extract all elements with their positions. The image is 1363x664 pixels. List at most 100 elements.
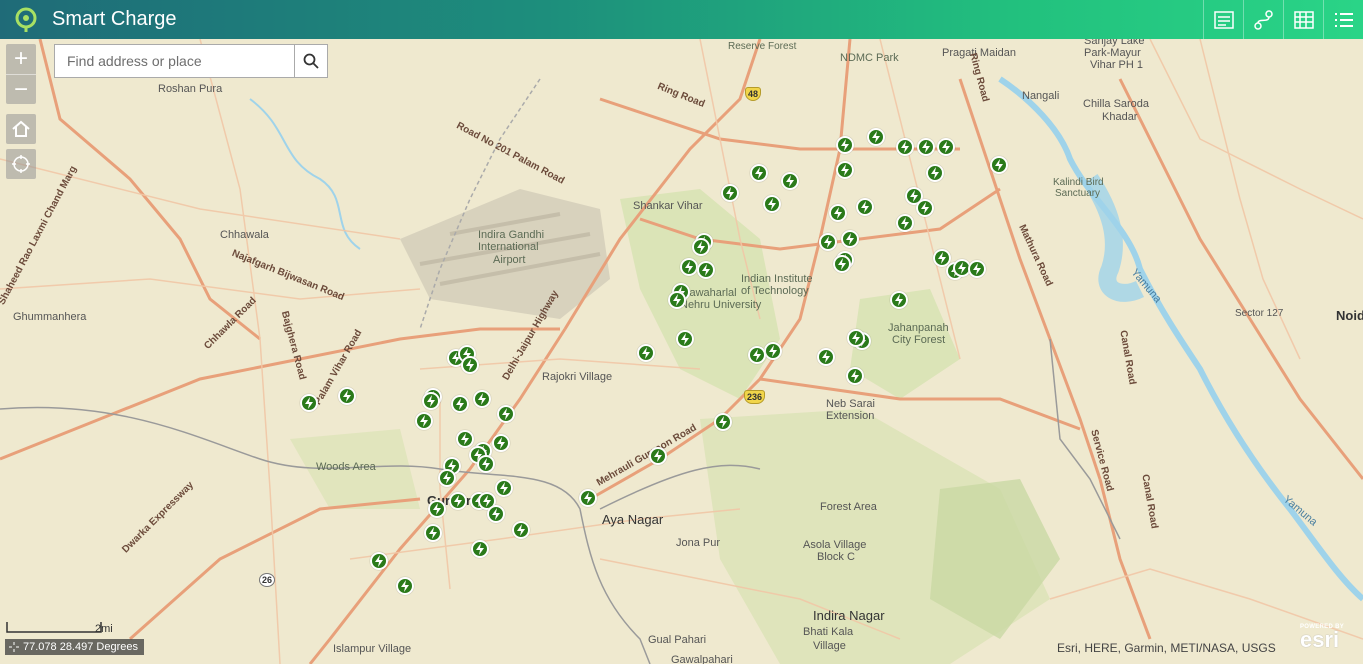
place-label: Sanctuary (1055, 188, 1101, 199)
search-button[interactable] (294, 45, 327, 77)
attribution-text[interactable]: Esri, HERE, Garmin, METI/NASA, USGS (1057, 641, 1276, 655)
charging-station-marker[interactable] (497, 405, 515, 423)
charging-station-marker[interactable] (764, 342, 782, 360)
charging-station-marker[interactable] (721, 184, 739, 202)
place-label: Roshan Pura (158, 83, 223, 95)
charging-station-marker[interactable] (477, 455, 495, 473)
charging-station-marker[interactable] (473, 390, 491, 408)
charging-station-marker[interactable] (697, 261, 715, 279)
charging-station-marker[interactable] (428, 500, 446, 518)
charging-station-marker[interactable] (896, 214, 914, 232)
charging-station-marker[interactable] (841, 230, 859, 248)
charging-station-marker[interactable] (867, 128, 885, 146)
charging-station-marker[interactable] (422, 392, 440, 410)
charging-station-marker[interactable] (692, 238, 710, 256)
app-title: Smart Charge (52, 8, 177, 30)
coordinate-text: 77.078 28.497 Degrees (23, 641, 138, 653)
search-input[interactable] (55, 45, 295, 77)
zoom-out-button[interactable]: − (6, 74, 36, 104)
charging-station-icon (931, 167, 939, 179)
esri-brand: esri (1300, 627, 1340, 652)
place-label: Vihar PH 1 (1090, 59, 1143, 71)
charging-station-marker[interactable] (461, 356, 479, 374)
charging-station-marker[interactable] (819, 233, 837, 251)
charging-station-marker[interactable] (748, 346, 766, 364)
charging-station-marker[interactable] (937, 138, 955, 156)
app-header: Smart Charge (0, 0, 1363, 39)
place-label: Indira Gandhi (478, 229, 545, 241)
charging-station-icon (461, 433, 469, 445)
place-label: Jahanpanah (888, 322, 949, 334)
charging-station-marker[interactable] (714, 413, 732, 431)
charging-station-icon (673, 294, 681, 306)
place-label: Forest Area (820, 501, 877, 513)
place-label: International (478, 241, 539, 253)
home-button[interactable] (6, 114, 36, 144)
charging-station-marker[interactable] (846, 367, 864, 385)
charging-station-marker[interactable] (487, 505, 505, 523)
charging-station-icon (769, 345, 777, 357)
charging-station-icon (401, 580, 409, 592)
charging-station-marker[interactable] (396, 577, 414, 595)
charging-station-marker[interactable] (990, 156, 1008, 174)
legend-button[interactable] (1203, 0, 1243, 39)
charging-station-marker[interactable] (451, 395, 469, 413)
charging-station-marker[interactable] (492, 434, 510, 452)
zoom-in-button[interactable]: + (6, 44, 36, 74)
charging-station-marker[interactable] (917, 138, 935, 156)
charging-station-marker[interactable] (449, 492, 467, 510)
charging-station-icon (305, 397, 313, 409)
charging-station-marker[interactable] (847, 329, 865, 347)
charging-station-marker[interactable] (668, 291, 686, 309)
charging-station-marker[interactable] (637, 344, 655, 362)
table-button[interactable] (1283, 0, 1323, 39)
charging-station-marker[interactable] (926, 164, 944, 182)
place-label: Woods Area (316, 461, 376, 473)
place-label: Village (813, 640, 846, 652)
charging-station-icon (841, 139, 849, 151)
charging-station-marker[interactable] (471, 540, 489, 558)
charging-station-marker[interactable] (456, 430, 474, 448)
map-view[interactable] (0, 39, 1363, 664)
charging-station-marker[interactable] (495, 479, 513, 497)
charging-station-marker[interactable] (763, 195, 781, 213)
charging-station-marker[interactable] (438, 469, 456, 487)
charging-station-marker[interactable] (833, 255, 851, 273)
charging-station-icon (753, 349, 761, 361)
charging-station-marker[interactable] (680, 258, 698, 276)
place-label: Airport (493, 254, 526, 266)
charging-station-marker[interactable] (370, 552, 388, 570)
charging-station-marker[interactable] (890, 291, 908, 309)
place-label: Reserve Forest (728, 41, 797, 52)
charging-station-icon (654, 450, 662, 462)
charging-station-marker[interactable] (896, 138, 914, 156)
directions-button[interactable] (1243, 0, 1283, 39)
charging-station-marker[interactable] (856, 198, 874, 216)
charging-station-marker[interactable] (579, 489, 597, 507)
charging-station-marker[interactable] (649, 447, 667, 465)
place-label: Shankar Vihar (633, 200, 703, 212)
charging-station-marker[interactable] (415, 412, 433, 430)
charging-station-marker[interactable] (676, 330, 694, 348)
charging-station-marker[interactable] (916, 199, 934, 217)
charging-station-marker[interactable] (968, 260, 986, 278)
smart-charge-logo-icon (13, 7, 39, 33)
charging-station-icon (702, 264, 710, 276)
layer-list-button[interactable] (1323, 0, 1363, 39)
charging-station-marker[interactable] (829, 204, 847, 222)
charging-station-marker[interactable] (750, 164, 768, 182)
charging-station-marker[interactable] (817, 348, 835, 366)
charging-station-marker[interactable] (512, 521, 530, 539)
locate-icon (12, 155, 30, 173)
charging-station-marker[interactable] (338, 387, 356, 405)
charging-station-icon (433, 503, 441, 515)
esri-logo[interactable]: POWERED BY esri (1300, 624, 1360, 658)
locate-button[interactable] (6, 149, 36, 179)
charging-station-marker[interactable] (836, 161, 854, 179)
charging-station-marker[interactable] (836, 136, 854, 154)
charging-station-marker[interactable] (781, 172, 799, 190)
charging-station-marker[interactable] (424, 524, 442, 542)
place-label: Chilla Saroda (1083, 98, 1150, 110)
charging-station-icon (500, 482, 508, 494)
charging-station-marker[interactable] (300, 394, 318, 412)
